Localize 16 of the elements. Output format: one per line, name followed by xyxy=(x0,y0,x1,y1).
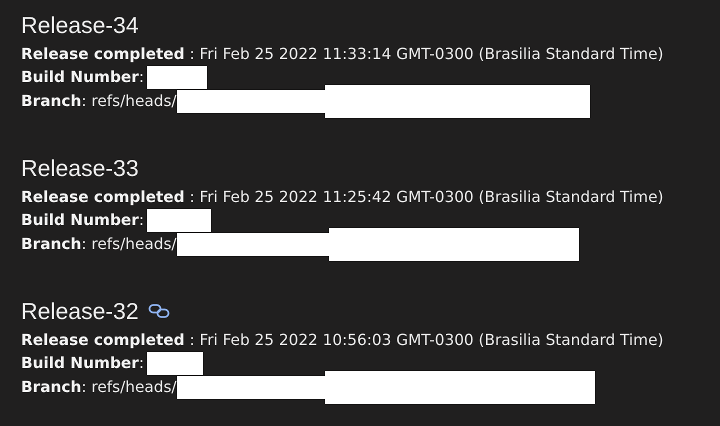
branch-line: Branch: refs/heads/ xyxy=(21,378,177,396)
redaction-block xyxy=(146,352,203,375)
release-title: Release-34 xyxy=(21,12,139,38)
redaction-block xyxy=(146,208,211,232)
release-title: Release-32 xyxy=(21,298,139,324)
build-number-label: Build Number: xyxy=(21,211,144,230)
release-completed-line: Release completed : Fri Feb 25 2022 11:25:42 GMT-0300 (Brasilia Standard Time) xyxy=(21,188,664,206)
build-number-label: Build Number: xyxy=(21,354,144,372)
branch-line: Branch: refs/heads/ xyxy=(21,234,177,253)
link-icon[interactable] xyxy=(148,303,170,319)
branch-line: Branch: refs/heads/ xyxy=(21,92,177,110)
redaction-block xyxy=(146,66,207,89)
release-completed-line: Release completed : Fri Feb 25 2022 11:33:14 GMT-0300 (Brasilia Standard Time) xyxy=(21,44,664,63)
release-completed-line: Release completed : Fri Feb 25 2022 10:56:03 GMT-0300 (Brasilia Standard Time) xyxy=(21,330,664,349)
release-title: Release-33 xyxy=(21,154,139,182)
build-number-label: Build Number: xyxy=(21,68,144,86)
